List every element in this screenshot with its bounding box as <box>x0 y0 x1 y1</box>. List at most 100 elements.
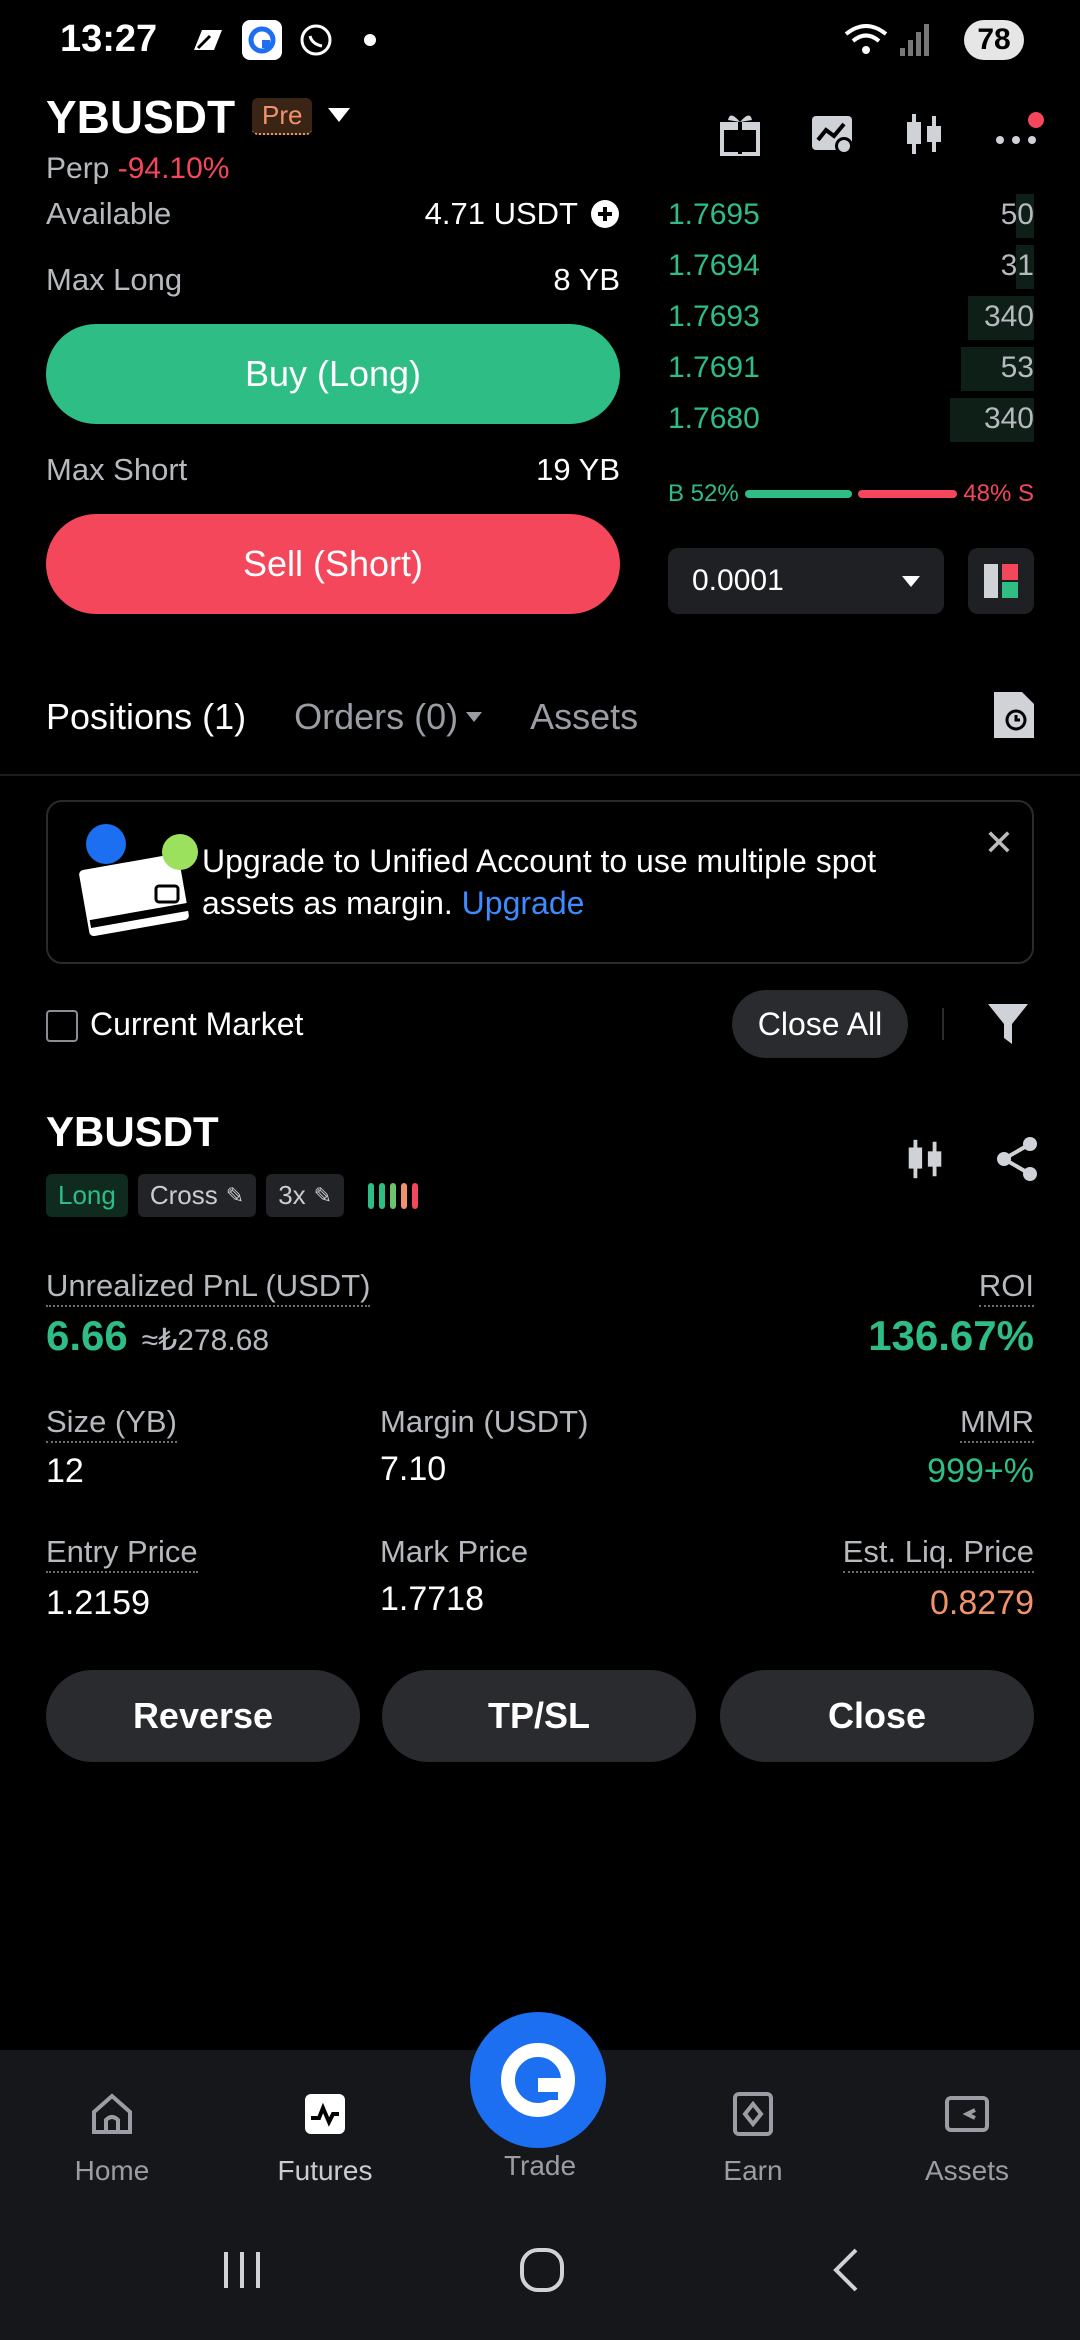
order-book-row[interactable]: 1.7693 340 <box>668 292 1034 342</box>
notification-dot <box>1028 112 1044 128</box>
leverage-tag[interactable]: 3x ✎ <box>266 1174 345 1217</box>
history-document-icon[interactable] <box>992 690 1036 740</box>
order-book-row[interactable]: 1.7695 50 <box>668 190 1034 240</box>
max-short-label: Max Short <box>46 452 188 487</box>
sell-ratio: 48% S <box>963 480 1034 507</box>
price-change: -94.10% <box>117 152 230 185</box>
header-actions <box>716 110 1044 163</box>
current-market-label[interactable]: Current Market <box>90 1006 303 1043</box>
order-book-price: 1.7693 <box>668 300 760 333</box>
buy-sell-ratio: B 52% 48% S <box>668 480 1034 508</box>
position-tags: Long Cross ✎ 3x ✎ <box>46 1174 419 1217</box>
chevron-down-icon <box>466 712 483 722</box>
pnl-fiat: ≈₺278.68 <box>141 1324 270 1357</box>
available-value: 4.71 USDT <box>424 196 578 231</box>
more-menu[interactable] <box>992 110 1044 163</box>
position-actions <box>902 1136 1040 1182</box>
nav-trade-label[interactable]: Trade <box>460 2150 620 2182</box>
max-long-label: Max Long <box>46 262 183 297</box>
entry-value: 1.2159 <box>46 1584 150 1622</box>
buy-long-button[interactable]: Buy (Long) <box>46 324 620 424</box>
gift-icon[interactable] <box>716 110 764 158</box>
share-icon[interactable] <box>994 1136 1040 1182</box>
liq-value: 0.8279 <box>930 1584 1034 1622</box>
liq-label: Est. Liq. Price <box>842 1534 1034 1573</box>
tab-positions[interactable]: Positions (1) <box>46 696 246 738</box>
trade-fab-button[interactable] <box>470 2012 606 2148</box>
chart-settings-icon[interactable] <box>808 110 856 158</box>
position-symbol[interactable]: YBUSDT <box>46 1108 219 1156</box>
tpsl-button[interactable]: TP/SL <box>382 1670 696 1762</box>
mmr-label-text: MMR <box>959 1404 1034 1443</box>
buy-ratio: B 52% <box>668 480 739 507</box>
banner-message: Upgrade to Unified Account to use multip… <box>202 840 942 924</box>
home-button-icon[interactable] <box>512 2240 572 2300</box>
close-all-button[interactable]: Close All <box>732 990 908 1058</box>
max-short-row: Max Short 19 YB <box>46 452 620 488</box>
size-value: 12 <box>46 1452 84 1490</box>
position-tabs: Positions (1) Orders (0) Assets <box>46 696 638 738</box>
wallet-illustration-icon <box>76 824 198 940</box>
futures-icon <box>305 2094 345 2134</box>
chevron-down-icon[interactable] <box>328 108 350 122</box>
cell-signal-icon <box>900 24 929 56</box>
order-book-qty: 53 <box>1000 351 1034 384</box>
size-label-text: Size (YB) <box>46 1404 177 1443</box>
pnl-value-row: 6.66 ≈₺278.68 <box>46 1312 269 1360</box>
tab-orders-wrap[interactable]: Orders (0) <box>294 696 483 738</box>
pnl-value: 6.66 <box>46 1312 128 1359</box>
nav-futures[interactable]: Futures <box>245 2090 405 2187</box>
order-book-qty: 31 <box>1000 249 1034 282</box>
close-position-button[interactable]: Close <box>720 1670 1034 1762</box>
mark-label: Mark Price <box>380 1534 529 1569</box>
nav-assets[interactable]: Assets <box>887 2090 1047 2187</box>
back-icon[interactable] <box>818 2240 878 2300</box>
close-icon[interactable]: ✕ <box>984 822 1014 864</box>
candlestick-icon[interactable] <box>902 1136 948 1182</box>
margin-mode-text: Cross <box>149 1180 218 1210</box>
contract-type: Perp <box>46 152 110 185</box>
max-long-value: 8 YB <box>553 262 620 297</box>
nav-home[interactable]: Home <box>32 2090 192 2187</box>
signal-icons <box>844 22 930 58</box>
book-layout-button[interactable] <box>968 548 1034 614</box>
risk-level-indicator <box>368 1174 419 1217</box>
tab-assets[interactable]: Assets <box>530 696 638 738</box>
margin-value: 7.10 <box>380 1450 447 1488</box>
tabs-divider <box>0 774 1080 776</box>
ratio-bar <box>744 490 958 498</box>
order-book-row[interactable]: 1.7691 53 <box>668 343 1034 393</box>
candlestick-icon[interactable] <box>900 110 948 158</box>
chevron-down-icon <box>902 575 920 587</box>
upgrade-link[interactable]: Upgrade <box>462 885 585 921</box>
current-market-checkbox[interactable] <box>46 1010 78 1042</box>
precision-select[interactable]: 0.0001 <box>668 548 944 614</box>
roi-label: ROI <box>978 1268 1034 1307</box>
nav-earn[interactable]: Earn <box>673 2090 833 2187</box>
order-book-price: 1.7691 <box>668 351 760 384</box>
available-value-wrap: 4.71 USDT <box>425 196 620 232</box>
symbol-title[interactable]: YBUSDT <box>46 90 235 144</box>
filter-icon[interactable] <box>986 1000 1030 1048</box>
leverage-text: 3x <box>278 1180 306 1210</box>
edit-icon: ✎ <box>225 1182 245 1208</box>
sell-short-button[interactable]: Sell (Short) <box>46 514 620 614</box>
entry-label-text: Entry Price <box>46 1534 198 1573</box>
add-funds-icon[interactable] <box>590 199 620 229</box>
tab-orders[interactable]: Orders (0) <box>294 696 458 738</box>
reverse-button[interactable]: Reverse <box>46 1670 360 1762</box>
recent-apps-icon[interactable] <box>212 2240 272 2300</box>
wallet-icon <box>945 2096 989 2132</box>
margin-mode-tag[interactable]: Cross ✎ <box>137 1174 257 1217</box>
battery-indicator: 78 <box>964 20 1024 60</box>
pnl-label-text: Unrealized PnL (USDT) <box>46 1268 371 1307</box>
max-long-row: Max Long 8 YB <box>46 262 620 298</box>
order-book-row[interactable]: 1.7694 31 <box>668 241 1034 291</box>
roi-value: 136.67% <box>868 1312 1034 1359</box>
order-book-price: 1.7680 <box>668 402 760 435</box>
nav-assets-label: Assets <box>924 2155 1010 2186</box>
order-book-row[interactable]: 1.7680 340 <box>668 394 1034 444</box>
dot-icon <box>350 20 390 60</box>
mmr-value: 999+% <box>927 1452 1034 1490</box>
mmr-label: MMR <box>959 1404 1034 1443</box>
